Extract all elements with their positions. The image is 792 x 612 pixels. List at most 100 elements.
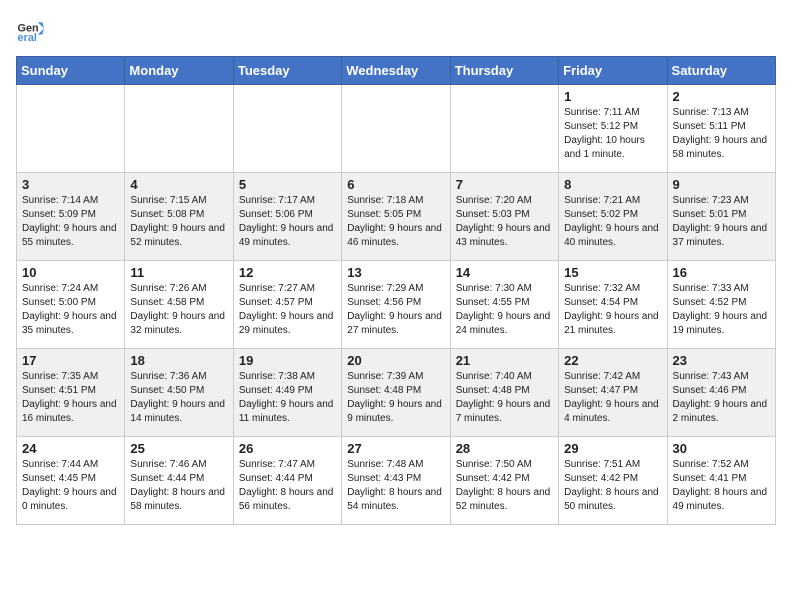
sunrise-text: Sunrise: 7:33 AM: [673, 282, 770, 296]
calendar-cell: 9 Sunrise: 7:23 AM Sunset: 5:01 PM Dayli…: [667, 173, 775, 261]
day-number: 6: [347, 177, 444, 192]
sunrise-text: Sunrise: 7:52 AM: [673, 458, 770, 472]
sunrise-text: Sunrise: 7:21 AM: [564, 194, 661, 208]
sunset-text: Sunset: 5:06 PM: [239, 208, 336, 222]
day-info: Sunrise: 7:24 AM Sunset: 5:00 PM Dayligh…: [22, 282, 119, 338]
day-number: 17: [22, 353, 119, 368]
daylight-text: Daylight: 9 hours and 32 minutes.: [130, 310, 227, 338]
sunset-text: Sunset: 5:02 PM: [564, 208, 661, 222]
day-number: 2: [673, 89, 770, 104]
sunset-text: Sunset: 5:01 PM: [673, 208, 770, 222]
sunrise-text: Sunrise: 7:47 AM: [239, 458, 336, 472]
sunset-text: Sunset: 4:56 PM: [347, 296, 444, 310]
day-number: 23: [673, 353, 770, 368]
day-number: 22: [564, 353, 661, 368]
sunset-text: Sunset: 5:11 PM: [673, 120, 770, 134]
day-number: 3: [22, 177, 119, 192]
day-number: 4: [130, 177, 227, 192]
sunrise-text: Sunrise: 7:35 AM: [22, 370, 119, 384]
sunrise-text: Sunrise: 7:42 AM: [564, 370, 661, 384]
sunrise-text: Sunrise: 7:29 AM: [347, 282, 444, 296]
calendar-cell: 26 Sunrise: 7:47 AM Sunset: 4:44 PM Dayl…: [233, 437, 341, 525]
calendar-body: 1 Sunrise: 7:11 AM Sunset: 5:12 PM Dayli…: [17, 85, 776, 525]
daylight-text: Daylight: 9 hours and 40 minutes.: [564, 222, 661, 250]
calendar-cell: 14 Sunrise: 7:30 AM Sunset: 4:55 PM Dayl…: [450, 261, 558, 349]
sunrise-text: Sunrise: 7:44 AM: [22, 458, 119, 472]
day-info: Sunrise: 7:40 AM Sunset: 4:48 PM Dayligh…: [456, 370, 553, 426]
calendar-week-row: 17 Sunrise: 7:35 AM Sunset: 4:51 PM Dayl…: [17, 349, 776, 437]
sunrise-text: Sunrise: 7:40 AM: [456, 370, 553, 384]
day-info: Sunrise: 7:36 AM Sunset: 4:50 PM Dayligh…: [130, 370, 227, 426]
sunrise-text: Sunrise: 7:51 AM: [564, 458, 661, 472]
day-number: 11: [130, 265, 227, 280]
day-info: Sunrise: 7:11 AM Sunset: 5:12 PM Dayligh…: [564, 106, 661, 162]
sunset-text: Sunset: 4:54 PM: [564, 296, 661, 310]
sunset-text: Sunset: 5:03 PM: [456, 208, 553, 222]
sunrise-text: Sunrise: 7:26 AM: [130, 282, 227, 296]
daylight-text: Daylight: 9 hours and 4 minutes.: [564, 398, 661, 426]
weekday-row: SundayMondayTuesdayWednesdayThursdayFrid…: [17, 57, 776, 85]
day-number: 21: [456, 353, 553, 368]
daylight-text: Daylight: 9 hours and 14 minutes.: [130, 398, 227, 426]
calendar-header: SundayMondayTuesdayWednesdayThursdayFrid…: [17, 57, 776, 85]
day-info: Sunrise: 7:29 AM Sunset: 4:56 PM Dayligh…: [347, 282, 444, 338]
sunrise-text: Sunrise: 7:15 AM: [130, 194, 227, 208]
calendar-cell: 11 Sunrise: 7:26 AM Sunset: 4:58 PM Dayl…: [125, 261, 233, 349]
sunset-text: Sunset: 4:46 PM: [673, 384, 770, 398]
calendar-cell: 1 Sunrise: 7:11 AM Sunset: 5:12 PM Dayli…: [559, 85, 667, 173]
day-number: 27: [347, 441, 444, 456]
day-number: 15: [564, 265, 661, 280]
daylight-text: Daylight: 9 hours and 9 minutes.: [347, 398, 444, 426]
sunrise-text: Sunrise: 7:38 AM: [239, 370, 336, 384]
sunrise-text: Sunrise: 7:39 AM: [347, 370, 444, 384]
daylight-text: Daylight: 9 hours and 0 minutes.: [22, 486, 119, 514]
day-info: Sunrise: 7:52 AM Sunset: 4:41 PM Dayligh…: [673, 458, 770, 514]
day-info: Sunrise: 7:43 AM Sunset: 4:46 PM Dayligh…: [673, 370, 770, 426]
day-number: 28: [456, 441, 553, 456]
sunset-text: Sunset: 4:57 PM: [239, 296, 336, 310]
calendar-cell: 5 Sunrise: 7:17 AM Sunset: 5:06 PM Dayli…: [233, 173, 341, 261]
day-info: Sunrise: 7:23 AM Sunset: 5:01 PM Dayligh…: [673, 194, 770, 250]
daylight-text: Daylight: 9 hours and 43 minutes.: [456, 222, 553, 250]
daylight-text: Daylight: 9 hours and 37 minutes.: [673, 222, 770, 250]
sunrise-text: Sunrise: 7:27 AM: [239, 282, 336, 296]
calendar-cell: 10 Sunrise: 7:24 AM Sunset: 5:00 PM Dayl…: [17, 261, 125, 349]
calendar-week-row: 1 Sunrise: 7:11 AM Sunset: 5:12 PM Dayli…: [17, 85, 776, 173]
day-number: 8: [564, 177, 661, 192]
weekday-header-tuesday: Tuesday: [233, 57, 341, 85]
day-info: Sunrise: 7:13 AM Sunset: 5:11 PM Dayligh…: [673, 106, 770, 162]
calendar-cell: 6 Sunrise: 7:18 AM Sunset: 5:05 PM Dayli…: [342, 173, 450, 261]
weekday-header-sunday: Sunday: [17, 57, 125, 85]
sunrise-text: Sunrise: 7:48 AM: [347, 458, 444, 472]
calendar-cell: [233, 85, 341, 173]
day-number: 18: [130, 353, 227, 368]
calendar-week-row: 10 Sunrise: 7:24 AM Sunset: 5:00 PM Dayl…: [17, 261, 776, 349]
day-number: 14: [456, 265, 553, 280]
calendar-cell: 15 Sunrise: 7:32 AM Sunset: 4:54 PM Dayl…: [559, 261, 667, 349]
calendar-cell: 28 Sunrise: 7:50 AM Sunset: 4:42 PM Dayl…: [450, 437, 558, 525]
calendar-cell: 29 Sunrise: 7:51 AM Sunset: 4:42 PM Dayl…: [559, 437, 667, 525]
sunrise-text: Sunrise: 7:18 AM: [347, 194, 444, 208]
day-info: Sunrise: 7:17 AM Sunset: 5:06 PM Dayligh…: [239, 194, 336, 250]
day-info: Sunrise: 7:46 AM Sunset: 4:44 PM Dayligh…: [130, 458, 227, 514]
weekday-header-wednesday: Wednesday: [342, 57, 450, 85]
day-number: 1: [564, 89, 661, 104]
day-info: Sunrise: 7:50 AM Sunset: 4:42 PM Dayligh…: [456, 458, 553, 514]
day-info: Sunrise: 7:18 AM Sunset: 5:05 PM Dayligh…: [347, 194, 444, 250]
svg-text:eral: eral: [18, 32, 37, 44]
day-info: Sunrise: 7:39 AM Sunset: 4:48 PM Dayligh…: [347, 370, 444, 426]
day-number: 9: [673, 177, 770, 192]
day-number: 16: [673, 265, 770, 280]
sunrise-text: Sunrise: 7:20 AM: [456, 194, 553, 208]
calendar-cell: 21 Sunrise: 7:40 AM Sunset: 4:48 PM Dayl…: [450, 349, 558, 437]
sunrise-text: Sunrise: 7:23 AM: [673, 194, 770, 208]
day-number: 12: [239, 265, 336, 280]
sunrise-text: Sunrise: 7:11 AM: [564, 106, 661, 120]
sunrise-text: Sunrise: 7:14 AM: [22, 194, 119, 208]
daylight-text: Daylight: 9 hours and 21 minutes.: [564, 310, 661, 338]
daylight-text: Daylight: 8 hours and 58 minutes.: [130, 486, 227, 514]
daylight-text: Daylight: 8 hours and 50 minutes.: [564, 486, 661, 514]
day-info: Sunrise: 7:48 AM Sunset: 4:43 PM Dayligh…: [347, 458, 444, 514]
sunset-text: Sunset: 5:05 PM: [347, 208, 444, 222]
weekday-header-thursday: Thursday: [450, 57, 558, 85]
